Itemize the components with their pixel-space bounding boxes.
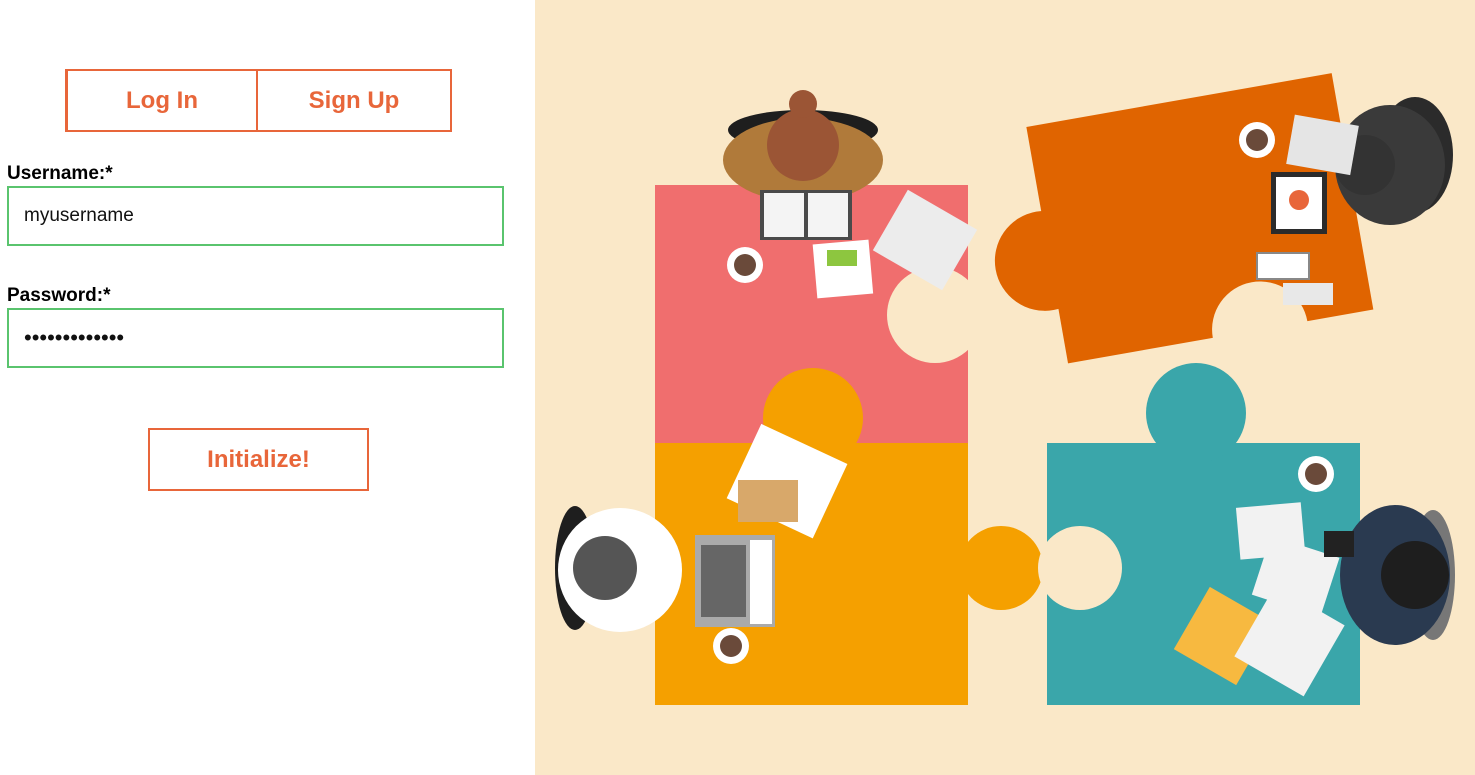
tab-sign-up[interactable]: Sign Up: [258, 71, 450, 130]
team-puzzle-illustration: [535, 0, 1475, 775]
password-field[interactable]: [7, 308, 504, 368]
initialize-button[interactable]: Initialize!: [148, 428, 369, 491]
auth-panel: Log In Sign Up Username:* Password:* Ini…: [0, 0, 535, 775]
username-label: Username:*: [7, 163, 113, 184]
tab-log-in[interactable]: Log In: [68, 71, 258, 130]
username-field[interactable]: [7, 186, 504, 246]
password-label: Password:*: [7, 285, 111, 306]
auth-tabs: Log In Sign Up: [65, 69, 452, 132]
